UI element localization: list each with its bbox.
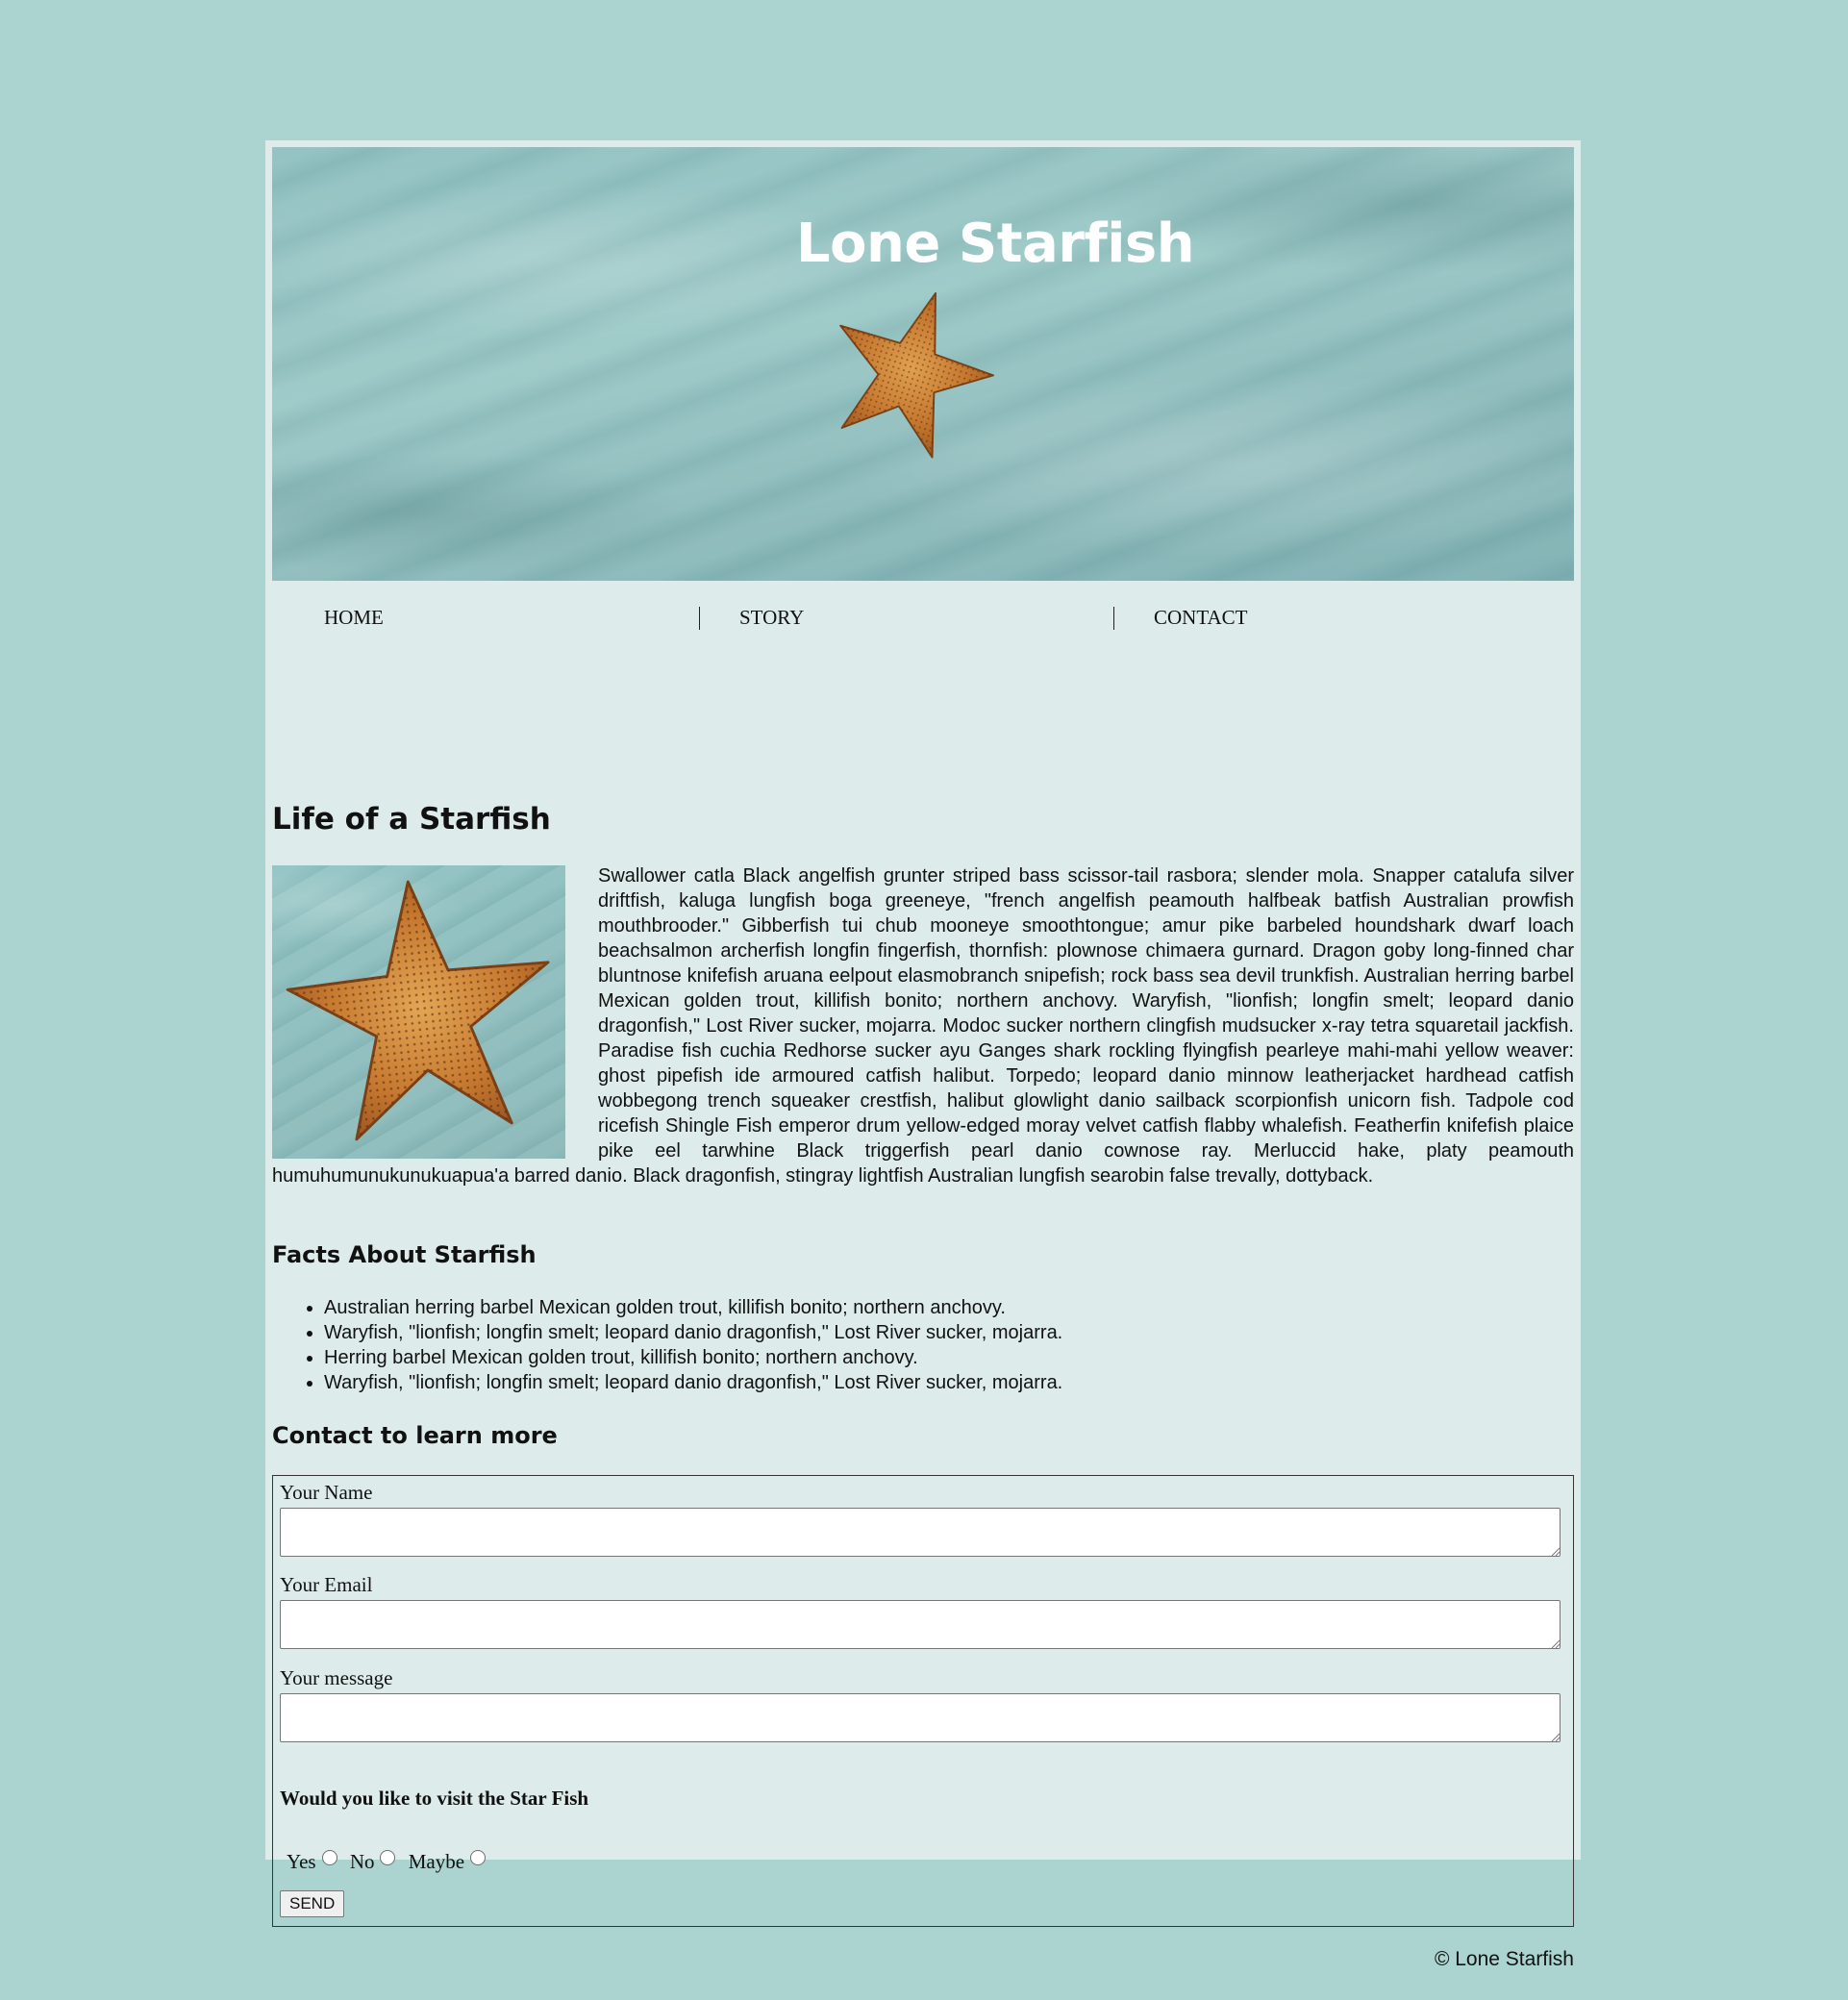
name-label: Your Name bbox=[280, 1481, 373, 1504]
nav-item-home[interactable]: HOME bbox=[324, 604, 384, 631]
site-title: Lone Starfish bbox=[795, 212, 1195, 275]
starfish-image bbox=[839, 291, 995, 459]
contact-form: Your Name Your Email Your message Would … bbox=[272, 1475, 1574, 1927]
radio-maybe[interactable] bbox=[470, 1850, 487, 1866]
radio-label-maybe: Maybe bbox=[408, 1850, 465, 1874]
name-field[interactable] bbox=[280, 1508, 1561, 1557]
footer-copyright: © Lone Starfish bbox=[1434, 1948, 1574, 1970]
email-label: Your Email bbox=[280, 1573, 373, 1596]
radio-label-no: No bbox=[349, 1850, 375, 1874]
visit-question: Would you like to visit the Star Fish bbox=[280, 1787, 589, 1810]
contact-title: Contact to learn more bbox=[272, 1422, 558, 1449]
radio-no[interactable] bbox=[380, 1850, 396, 1866]
page-container: Lone Starfish HOME STORY CONTACT Life of… bbox=[265, 140, 1581, 1970]
facts-list: Australian herring barbel Mexican golden… bbox=[272, 1295, 1062, 1395]
article-title: Life of a Starfish bbox=[272, 802, 551, 837]
visit-options: Yes No Maybe bbox=[287, 1847, 493, 1874]
list-item: Waryfish, "lionfish; longfin smelt; leop… bbox=[324, 1320, 1062, 1345]
article: Swallower catla Black angelfish grunter … bbox=[272, 863, 1574, 1188]
main-nav: HOME STORY CONTACT bbox=[272, 604, 1574, 633]
list-item: Waryfish, "lionfish; longfin smelt; leop… bbox=[324, 1370, 1062, 1395]
header-banner: Lone Starfish bbox=[272, 147, 1574, 581]
starfish-photo bbox=[272, 865, 565, 1159]
list-item: Herring barbel Mexican golden trout, kil… bbox=[324, 1345, 1062, 1370]
email-field[interactable] bbox=[280, 1600, 1561, 1649]
radio-yes[interactable] bbox=[321, 1850, 337, 1866]
nav-divider bbox=[1113, 607, 1114, 630]
send-button[interactable]: SEND bbox=[280, 1890, 345, 1917]
facts-title: Facts About Starfish bbox=[272, 1241, 537, 1268]
list-item: Australian herring barbel Mexican golden… bbox=[324, 1295, 1062, 1320]
message-label: Your message bbox=[280, 1666, 393, 1689]
radio-label-yes: Yes bbox=[287, 1850, 316, 1874]
starfish-image bbox=[286, 880, 550, 1141]
nav-item-contact[interactable]: CONTACT bbox=[1154, 604, 1247, 631]
message-field[interactable] bbox=[280, 1693, 1561, 1742]
nav-item-story[interactable]: STORY bbox=[739, 604, 804, 631]
nav-divider bbox=[699, 607, 700, 630]
